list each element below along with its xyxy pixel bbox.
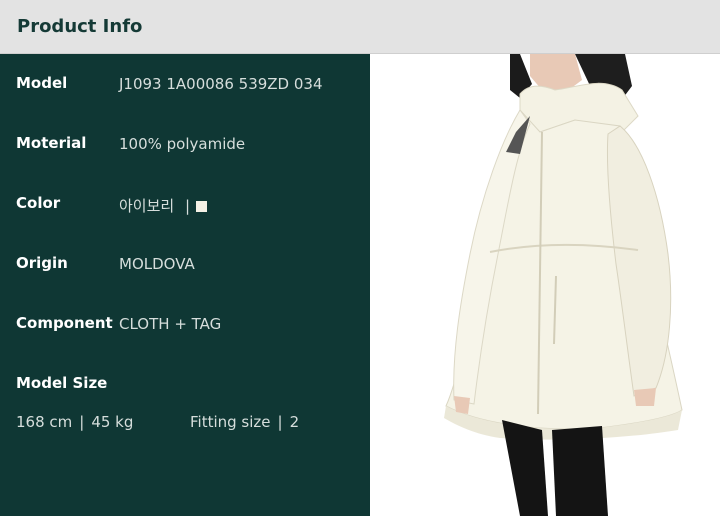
- color-value-row: 아이보리 |: [119, 195, 208, 216]
- material-value: 100% polyamide: [119, 135, 246, 153]
- model-value: J1093 1A00086 539ZD 034: [119, 75, 323, 93]
- product-info-panel: Model J1093 1A00086 539ZD 034 Moterial 1…: [0, 54, 370, 516]
- model-size-label: Model Size: [16, 374, 108, 392]
- fitting-size-row: Fitting size | 2: [190, 413, 299, 431]
- color-divider: |: [184, 197, 191, 215]
- color-swatch: [196, 201, 208, 212]
- origin-label: Origin: [16, 254, 68, 272]
- model-height: 168 cm: [16, 413, 73, 431]
- model-label: Model: [16, 74, 68, 92]
- size-divider: |: [79, 413, 85, 431]
- header-bar: Product Info: [0, 0, 720, 54]
- origin-value: MOLDOVA: [119, 255, 195, 273]
- model-size-row: 168 cm | 45 kg: [16, 413, 133, 431]
- material-label: Moterial: [16, 134, 87, 152]
- color-label: Color: [16, 194, 61, 212]
- fitting-size-value: 2: [289, 413, 300, 431]
- color-value: 아이보리: [119, 197, 175, 215]
- model-wearing-jacket-image: [444, 54, 683, 516]
- component-value: CLOTH + TAG: [119, 315, 222, 333]
- product-photo: [370, 54, 720, 516]
- page-title: Product Info: [17, 16, 143, 37]
- model-weight: 45 kg: [91, 413, 134, 431]
- fitting-size-label: Fitting size: [190, 413, 271, 431]
- component-label: Component: [16, 314, 113, 332]
- fitting-divider: |: [277, 413, 283, 431]
